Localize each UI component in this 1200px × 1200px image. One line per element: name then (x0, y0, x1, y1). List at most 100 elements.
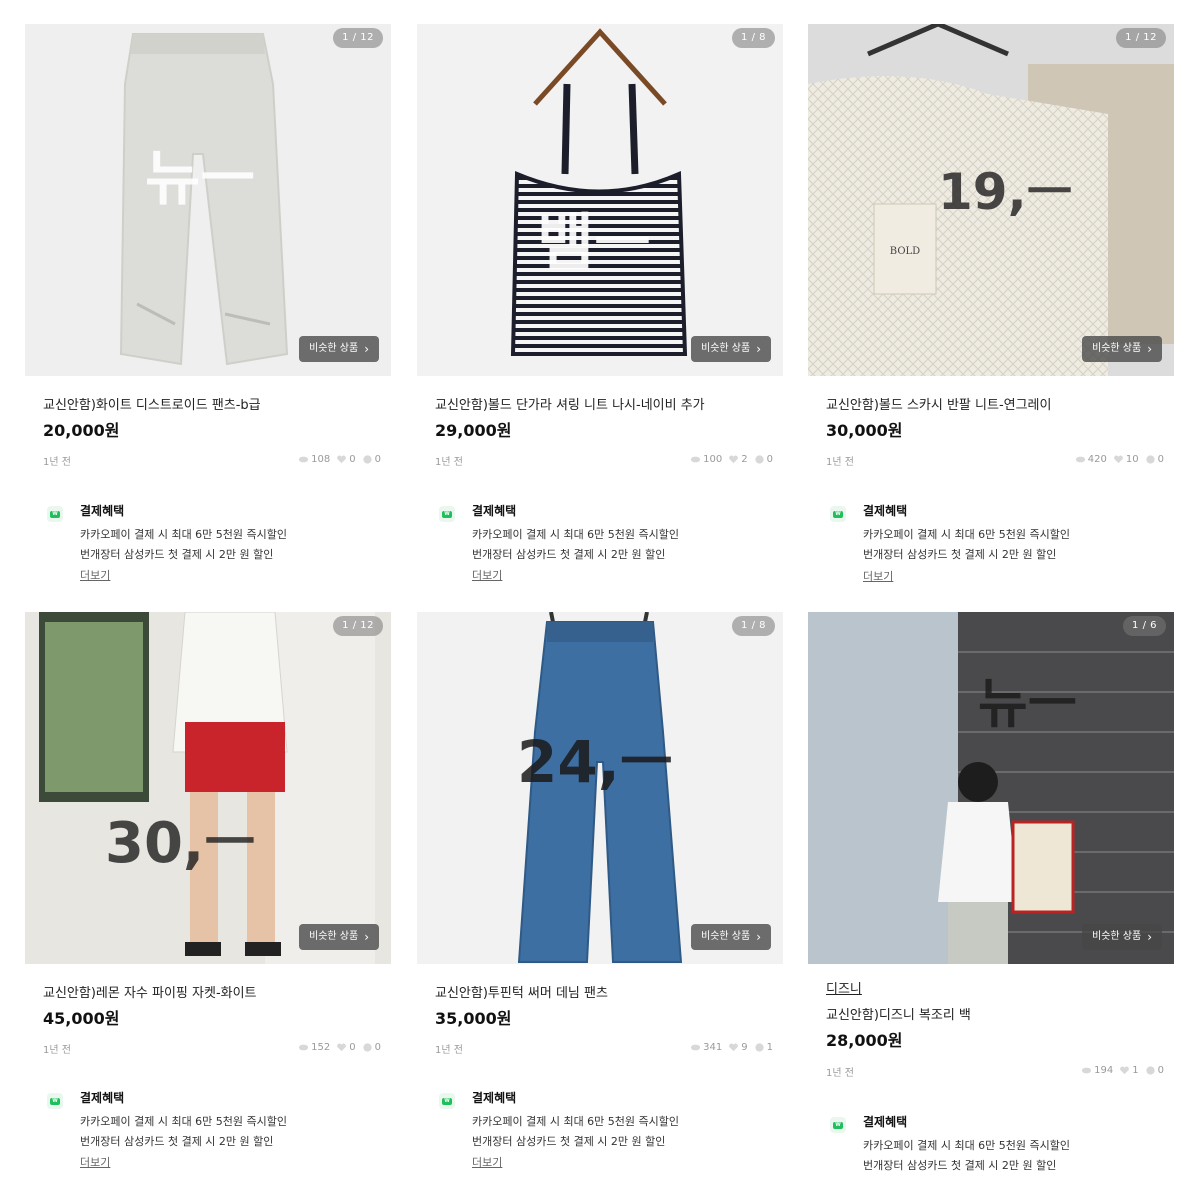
image-counter: 1 / 12 (333, 28, 383, 48)
eye-icon (299, 1044, 309, 1051)
product-card-5[interactable]: 24,ㅡ 1 / 8 비슷한 상품 › 교신안함)투핀턱 써머 데님 팬츠 35… (417, 588, 783, 1169)
more-link[interactable]: 더보기 (863, 568, 893, 584)
white-pants-photo: 뉴ㅡ (25, 24, 391, 376)
svg-text:BOLD: BOLD (890, 246, 920, 257)
product-stats: 194 1 0 (1081, 1065, 1164, 1076)
similar-products-button[interactable]: 비슷한 상품 › (299, 336, 379, 362)
product-photo-1[interactable]: 뉴ㅡ 1 / 12 비슷한 상품 › (25, 24, 391, 376)
product-price: 20,000원 (43, 421, 120, 440)
heart-icon (337, 1043, 347, 1052)
product-card-2[interactable]: 뱀ㅡ 1 / 8 비슷한 상품 › 교신안함)볼드 단가라 셔링 니트 나시-네… (417, 0, 783, 582)
product-title[interactable]: 교신안함)투핀턱 써머 데님 팬츠 (435, 982, 608, 1001)
time-ago: 1년 전 (826, 1068, 854, 1079)
benefit-title: 결제혜택 (472, 504, 517, 518)
benefit-samsungcard: 번개장터 삼성카드 첫 결제 시 2만 원 할인 (80, 1135, 274, 1148)
heart-icon (729, 1043, 739, 1052)
product-photo-2[interactable]: 뱀ㅡ 1 / 8 비슷한 상품 › (417, 24, 783, 376)
product-price: 30,000원 (826, 421, 903, 440)
product-photo-6[interactable]: 뉴ㅡ 1 / 6 비슷한 상품 › (808, 612, 1174, 964)
likes-count: 10 (1125, 454, 1139, 465)
svg-text:19,ㅡ: 19,ㅡ (938, 163, 1073, 221)
similar-label: 비슷한 상품 (309, 343, 359, 354)
eye-icon (691, 1044, 701, 1051)
chat-bubble-icon (363, 1043, 372, 1052)
product-stats: 100 2 0 (690, 454, 773, 465)
product-title[interactable]: 교신안함)볼드 단가라 셔링 니트 나시-네이비 추가 (435, 394, 705, 413)
benefit-samsungcard: 번개장터 삼성카드 첫 결제 시 2만 원 할인 (80, 548, 274, 561)
likes-count: 9 (741, 1042, 748, 1053)
brand-link[interactable]: 디즈니 (826, 978, 862, 997)
more-link[interactable]: 더보기 (472, 567, 502, 583)
product-title[interactable]: 교신안함)디즈니 복조리 백 (826, 1004, 971, 1023)
jacket-model-photo: 30,ㅡ (25, 612, 391, 964)
product-card-3[interactable]: BOLD 19,ㅡ 1 / 12 비슷한 상품 › 교신안함)볼드 스카시 반팔… (808, 0, 1174, 583)
chevron-right-icon: › (1147, 930, 1152, 944)
similar-label: 비슷한 상품 (1092, 931, 1142, 942)
benefit-kakaopay: 카카오페이 결제 시 최대 6만 5천원 즉시할인 (80, 1115, 288, 1128)
time-ago: 1년 전 (43, 1045, 71, 1056)
payment-logo-icon: W (830, 1117, 846, 1133)
benefit-kakaopay: 카카오페이 결제 시 최대 6만 5천원 즉시할인 (80, 528, 288, 541)
similar-products-button[interactable]: 비슷한 상품 › (1082, 336, 1162, 362)
product-photo-3[interactable]: BOLD 19,ㅡ 1 / 12 비슷한 상품 › (808, 24, 1174, 376)
similar-label: 비슷한 상품 (309, 931, 359, 942)
heart-icon (1113, 455, 1123, 464)
similar-label: 비슷한 상품 (1092, 343, 1142, 354)
product-title[interactable]: 교신안함)화이트 디스트로이드 팬츠-b급 (43, 394, 261, 413)
product-card-1[interactable]: 뉴ㅡ 1 / 12 비슷한 상품 › 교신안함)화이트 디스트로이드 팬츠-b급… (25, 0, 391, 582)
product-price: 45,000원 (43, 1009, 120, 1028)
heart-icon (337, 455, 347, 464)
time-ago: 1년 전 (435, 457, 463, 468)
product-price: 28,000원 (826, 1031, 903, 1050)
similar-products-button[interactable]: 비슷한 상품 › (691, 336, 771, 362)
product-title[interactable]: 교신안함)볼드 스카시 반팔 니트-연그레이 (826, 394, 1051, 413)
svg-text:뱀ㅡ: 뱀ㅡ (537, 206, 651, 279)
chat-bubble-icon (1146, 1066, 1155, 1075)
similar-products-button[interactable]: 비슷한 상품 › (691, 924, 771, 950)
chats-count: 0 (374, 1042, 381, 1053)
views-count: 108 (311, 454, 331, 465)
product-price: 35,000원 (435, 1009, 512, 1028)
benefit-kakaopay: 카카오페이 결제 시 최대 6만 5천원 즉시할인 (863, 1139, 1071, 1152)
chevron-right-icon: › (1147, 342, 1152, 356)
image-counter: 1 / 12 (333, 616, 383, 636)
product-stats: 152 0 0 (298, 1042, 381, 1053)
image-counter: 1 / 12 (1116, 28, 1166, 48)
more-link[interactable]: 더보기 (80, 1154, 110, 1170)
eye-icon (691, 456, 701, 463)
eye-icon (299, 456, 309, 463)
svg-text:30,ㅡ: 30,ㅡ (105, 811, 256, 876)
likes-count: 2 (741, 454, 748, 465)
similar-products-button[interactable]: 비슷한 상품 › (299, 924, 379, 950)
payment-logo-icon: W (47, 1093, 63, 1109)
eye-icon (1075, 456, 1085, 463)
payment-logo-icon: W (47, 506, 63, 522)
likes-count: 1 (1132, 1065, 1139, 1076)
product-card-6[interactable]: 뉴ㅡ 1 / 6 비슷한 상품 › 디즈니 교신안함)디즈니 복조리 백 28,… (808, 588, 1174, 1172)
more-link[interactable]: 더보기 (472, 1154, 502, 1170)
chats-count: 0 (766, 454, 773, 465)
striped-knit-top-photo: 뱀ㅡ (417, 24, 783, 376)
product-stats: 420 10 0 (1075, 454, 1164, 465)
chevron-right-icon: › (756, 342, 761, 356)
image-counter: 1 / 6 (1123, 616, 1166, 636)
more-link[interactable]: 더보기 (80, 567, 110, 583)
chevron-right-icon: › (364, 930, 369, 944)
benefit-kakaopay: 카카오페이 결제 시 최대 6만 5천원 즉시할인 (472, 1115, 680, 1128)
benefit-title: 결제혜택 (80, 1091, 125, 1105)
eye-icon (1082, 1067, 1092, 1074)
time-ago: 1년 전 (435, 1045, 463, 1056)
chevron-right-icon: › (756, 930, 761, 944)
benefit-kakaopay: 카카오페이 결제 시 최대 6만 5천원 즉시할인 (863, 528, 1071, 541)
product-card-4[interactable]: 30,ㅡ 1 / 12 비슷한 상품 › 교신안함)레몬 자수 파이핑 자켓-화… (25, 588, 391, 1169)
chevron-right-icon: › (364, 342, 369, 356)
chats-count: 0 (374, 454, 381, 465)
benefit-title: 결제혜택 (863, 1115, 908, 1129)
similar-products-button[interactable]: 비슷한 상품 › (1082, 924, 1162, 950)
product-price: 29,000원 (435, 421, 512, 440)
benefit-samsungcard: 번개장터 삼성카드 첫 결제 시 2만 원 할인 (863, 1159, 1057, 1172)
product-photo-5[interactable]: 24,ㅡ 1 / 8 비슷한 상품 › (417, 612, 783, 964)
product-photo-4[interactable]: 30,ㅡ 1 / 12 비슷한 상품 › (25, 612, 391, 964)
product-title[interactable]: 교신안함)레몬 자수 파이핑 자켓-화이트 (43, 982, 257, 1001)
chat-bubble-icon (755, 1043, 764, 1052)
